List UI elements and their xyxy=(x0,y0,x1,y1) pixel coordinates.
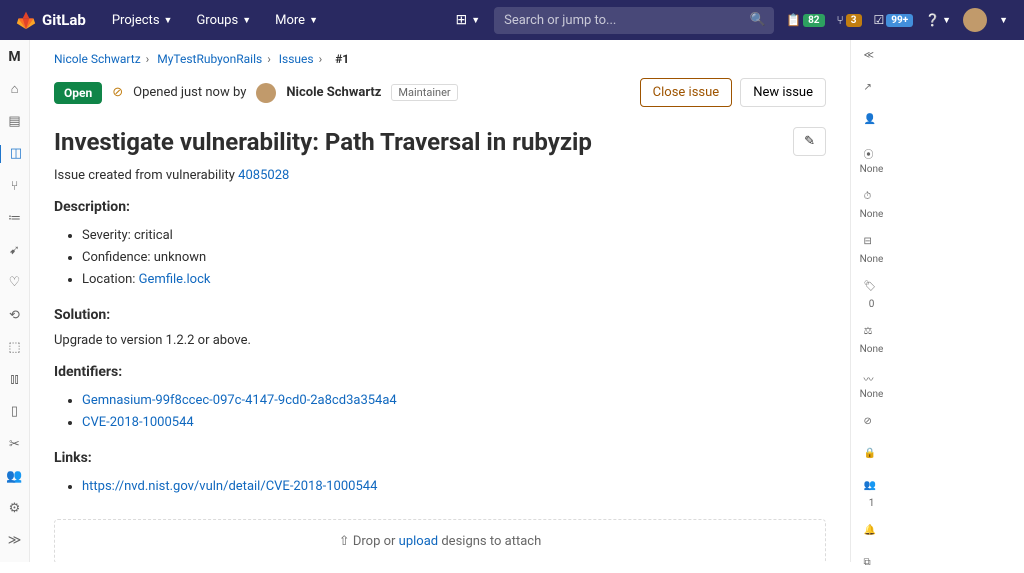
role-badge: Maintainer xyxy=(391,84,457,101)
new-menu[interactable]: ⊞▼ xyxy=(455,12,480,28)
iteration-icon[interactable]: ⊟None xyxy=(860,236,884,265)
chevron-down-icon: ▼ xyxy=(942,15,951,26)
topnav: Projects▼ Groups▼ More▼ xyxy=(102,7,328,34)
author-name[interactable]: Nicole Schwartz xyxy=(286,85,381,100)
issues-icon[interactable]: ◫ xyxy=(0,145,28,163)
edit-button[interactable]: ✎ xyxy=(793,127,826,156)
design-dropzone[interactable]: ⇧ Drop or upload designs to attach xyxy=(54,519,826,562)
help-icon[interactable]: ❔▼ xyxy=(925,13,951,27)
breadcrumb-project[interactable]: MyTestRubyonRails xyxy=(157,52,262,66)
links-heading: Links: xyxy=(54,450,826,466)
solution-heading: Solution: xyxy=(54,307,826,323)
milestone-icon[interactable]: ⏱None xyxy=(860,191,884,220)
wiki-icon[interactable]: ▯ xyxy=(5,403,25,421)
home-icon[interactable]: ⌂ xyxy=(5,80,25,98)
search-input[interactable] xyxy=(494,7,774,34)
breadcrumb: Nicole Schwartz› MyTestRubyonRails› Issu… xyxy=(54,52,826,66)
chevron-down-icon: ▼ xyxy=(242,15,251,26)
health-icon[interactable]: 〰None xyxy=(860,371,884,400)
chevron-down-icon: ▼ xyxy=(999,15,1008,26)
participants-icon[interactable]: 👥1 xyxy=(864,480,880,509)
location-link[interactable]: Gemfile.lock xyxy=(139,272,211,287)
ops-icon[interactable]: ⟲ xyxy=(5,306,25,324)
lock-icon[interactable]: 🔒 xyxy=(864,448,880,464)
reference-icon[interactable]: ⧉ xyxy=(864,557,880,573)
project-badge[interactable]: M xyxy=(5,48,25,66)
chevron-down-icon: ▼ xyxy=(471,15,480,26)
breadcrumb-id: #1 xyxy=(335,52,349,66)
solution-text: Upgrade to version 1.2.2 or above. xyxy=(54,333,826,348)
search-wrap: 🔍 xyxy=(494,7,774,34)
shield-icon[interactable]: ♡ xyxy=(5,274,25,292)
external-link[interactable]: https://nvd.nist.gov/vuln/detail/CVE-201… xyxy=(82,479,377,494)
breadcrumb-user[interactable]: Nicole Schwartz xyxy=(54,52,141,66)
identifier-link[interactable]: CVE-2018-1000544 xyxy=(82,415,194,430)
breadcrumb-section[interactable]: Issues xyxy=(279,52,314,66)
opened-text: Opened just now by xyxy=(133,85,246,100)
author-avatar[interactable] xyxy=(256,83,276,103)
gitlab-logo[interactable]: GitLab xyxy=(16,10,86,30)
issue-subtitle: Issue created from vulnerability 4085028 xyxy=(54,168,826,183)
search-icon: 🔍 xyxy=(750,13,766,28)
mr-icon[interactable]: ⑂ xyxy=(5,177,25,195)
close-issue-button[interactable]: Close issue xyxy=(640,78,733,107)
description-heading: Description: xyxy=(54,199,826,215)
labels-icon[interactable]: 🏷0 xyxy=(864,281,880,310)
issue-title: Investigate vulnerability: Path Traversa… xyxy=(54,128,793,156)
status-badge: Open xyxy=(54,82,102,104)
notifications-icon[interactable]: 🔔 xyxy=(864,525,880,541)
chevron-down-icon: ▼ xyxy=(309,15,318,26)
epic-icon[interactable]: ⦿None xyxy=(860,146,884,175)
new-issue-button[interactable]: New issue xyxy=(740,78,826,107)
counter-mrs[interactable]: ⑂3 xyxy=(837,13,862,27)
counter-issues[interactable]: 📋82 xyxy=(786,13,824,27)
location-item: Location: Gemfile.lock xyxy=(82,269,826,291)
topbar: GitLab Projects▼ Groups▼ More▼ ⊞▼ 🔍 📋82 … xyxy=(0,0,1024,40)
user-avatar[interactable] xyxy=(963,8,987,32)
nav-projects[interactable]: Projects▼ xyxy=(102,7,183,34)
members-icon[interactable]: 👥 xyxy=(5,467,25,485)
vulnerability-link[interactable]: 4085028 xyxy=(238,168,289,183)
brand-text: GitLab xyxy=(42,11,86,29)
analytics-icon[interactable]: ⫾⫾ xyxy=(5,371,25,389)
confidence-item: Confidence: unknown xyxy=(82,247,826,269)
right-sidebar: ≪ ↗ 👤 ⦿None ⏱None ⊟None 🏷0 ⚖None 〰None ⊘… xyxy=(850,40,892,562)
counter-todos[interactable]: ☑99+ xyxy=(874,13,914,27)
nav-more[interactable]: More▼ xyxy=(265,7,328,34)
confidential-toggle[interactable]: ⊘ xyxy=(864,416,880,432)
confidential-icon: ⊘ xyxy=(112,85,123,100)
gitlab-icon xyxy=(16,10,36,30)
left-sidebar: M ⌂ ▤ ◫ ⑂ ≔ ➹ ♡ ⟲ ⬚ ⫾⫾ ▯ ✂ 👥 ⚙ ≫ xyxy=(0,40,30,562)
repo-icon[interactable]: ▤ xyxy=(5,113,25,131)
severity-item: Severity: critical xyxy=(82,225,826,247)
nav-groups[interactable]: Groups▼ xyxy=(186,7,261,34)
issue-header: Open ⊘ Opened just now by Nicole Schwart… xyxy=(54,78,826,107)
packages-icon[interactable]: ⬚ xyxy=(5,338,25,356)
identifier-link[interactable]: Gemnasium-99f8ccec-097c-4147-9cd0-2a8cd3… xyxy=(82,393,397,408)
assignee-icon[interactable]: 👤 xyxy=(864,114,880,130)
todo-icon[interactable]: ↗ xyxy=(864,82,880,98)
main-content: Nicole Schwartz› MyTestRubyonRails› Issu… xyxy=(30,40,850,562)
collapse-right[interactable]: ≪ xyxy=(864,50,880,66)
chevron-down-icon: ▼ xyxy=(164,15,173,26)
collapse-icon[interactable]: ≫ xyxy=(5,532,25,550)
upload-link[interactable]: upload xyxy=(399,534,438,549)
rocket-icon[interactable]: ➹ xyxy=(5,242,25,260)
settings-icon[interactable]: ⚙ xyxy=(5,500,25,518)
snippets-icon[interactable]: ✂ xyxy=(5,435,25,453)
identifiers-heading: Identifiers: xyxy=(54,364,826,380)
weight-icon[interactable]: ⚖None xyxy=(860,326,884,355)
ci-icon[interactable]: ≔ xyxy=(5,209,25,227)
